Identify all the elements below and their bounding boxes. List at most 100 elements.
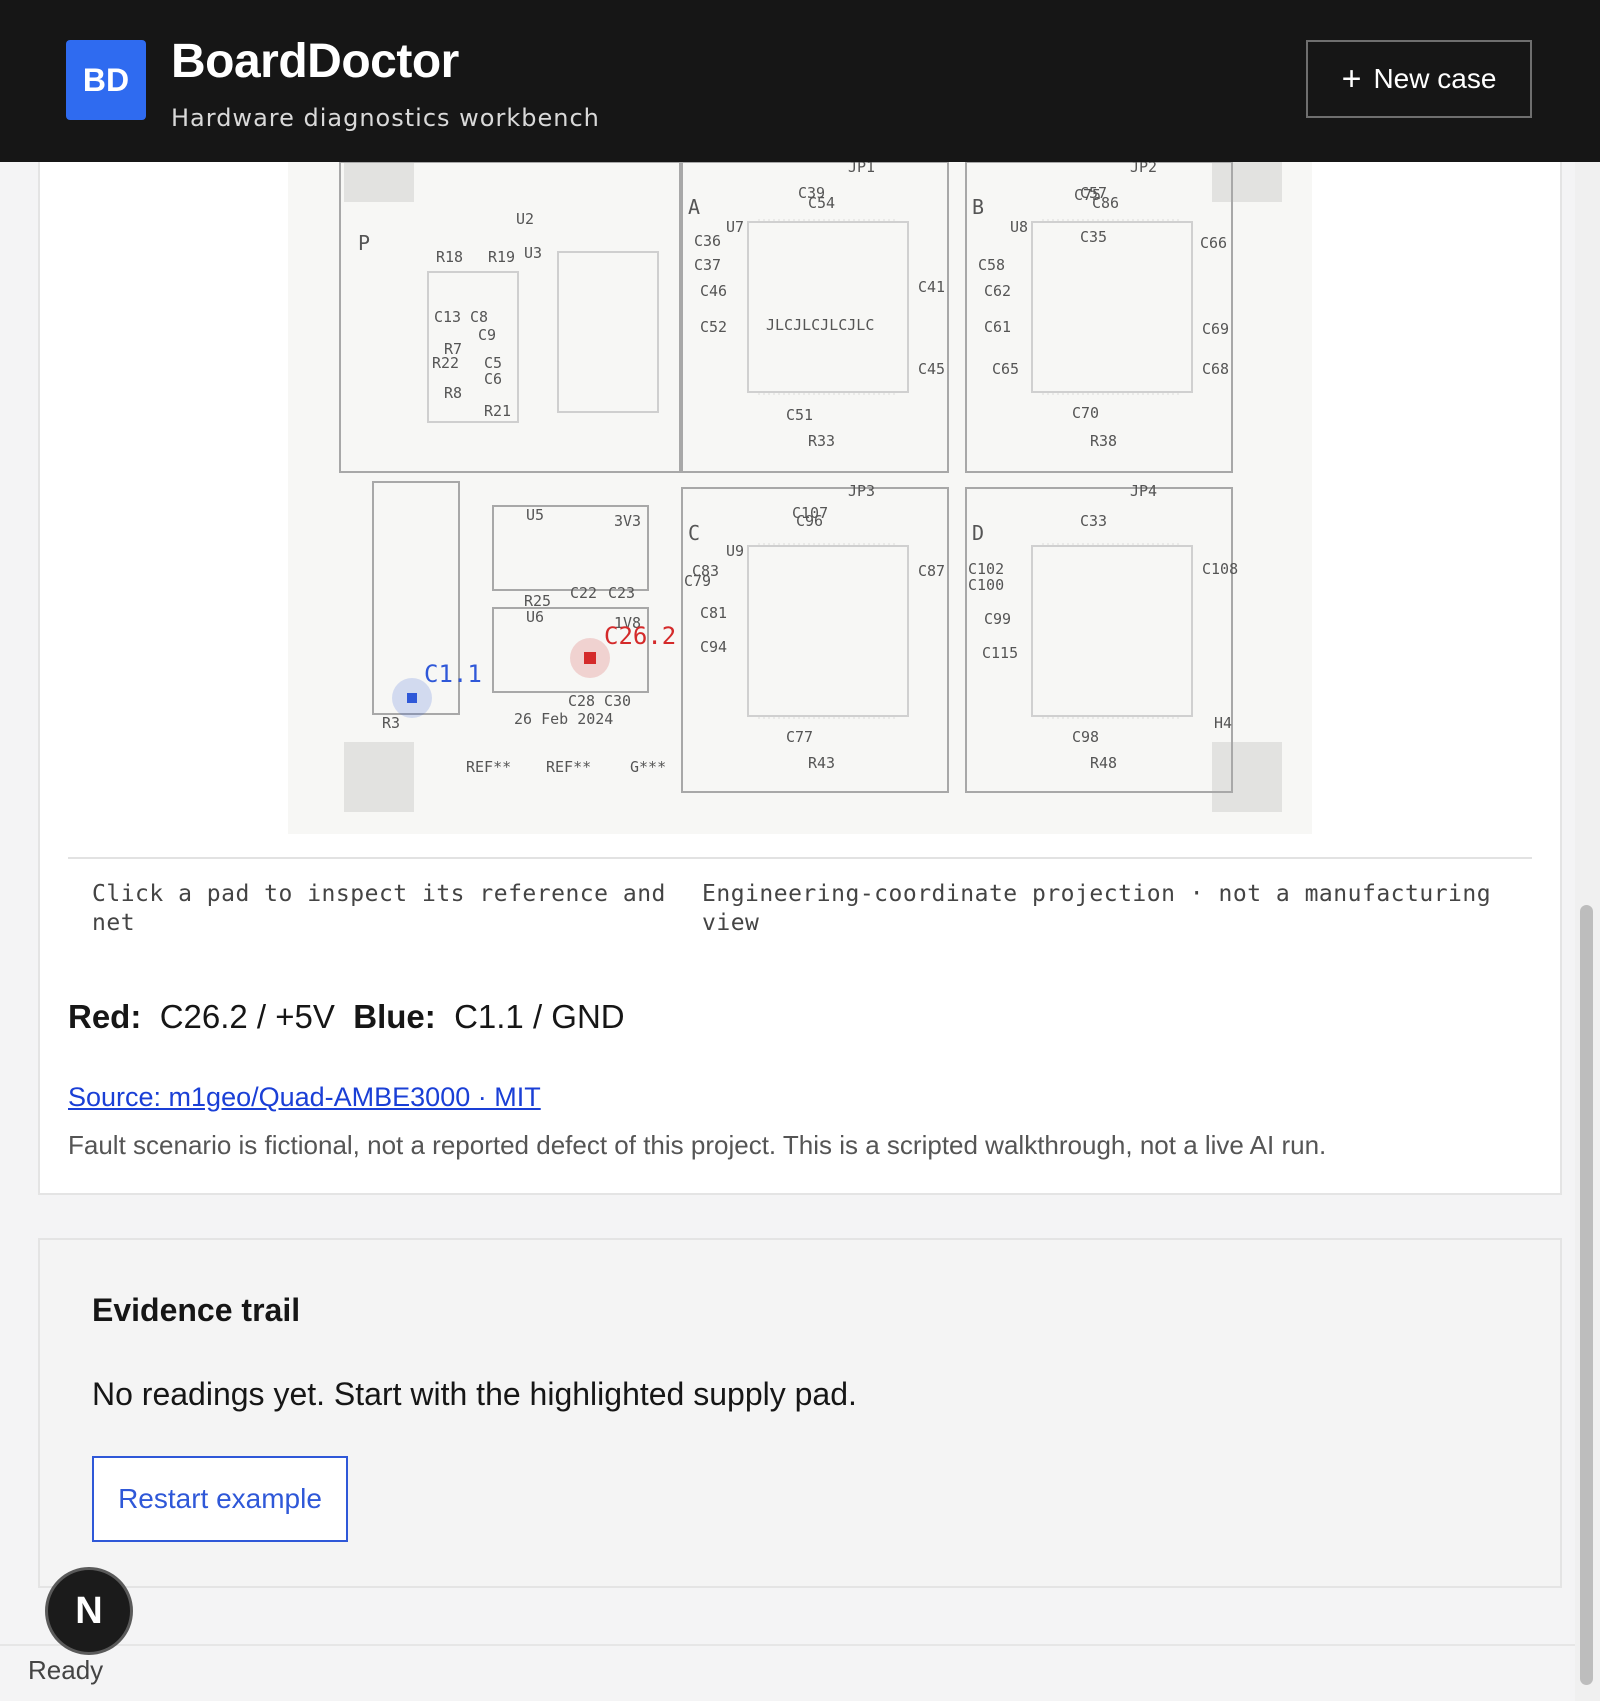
ref-label: C51 xyxy=(786,406,813,424)
dev-tools-badge[interactable]: N xyxy=(45,1567,133,1655)
ref-label: C35 xyxy=(1080,228,1107,246)
ref-label: R33 xyxy=(808,432,835,450)
blue-probe-heading: Blue: xyxy=(353,998,436,1035)
new-case-button[interactable]: + New case xyxy=(1306,40,1532,118)
pcb-board-svg[interactable]: A B C D P JP1 JP2 JP3 JP4 JLCJLCJLCJLC 2… xyxy=(288,158,1312,834)
jumper-label: JP4 xyxy=(1130,482,1157,500)
ref-label: R21 xyxy=(484,402,511,420)
ref-label: C33 xyxy=(1080,512,1107,530)
pcb-board-view[interactable]: A B C D P JP1 JP2 JP3 JP4 JLCJLCJLCJLC 2… xyxy=(288,158,1312,834)
ref-label: U2 xyxy=(516,210,534,228)
jumper-label: JP3 xyxy=(848,482,875,500)
ref-label: C22 xyxy=(570,584,597,602)
ref-label: C83 xyxy=(692,562,719,580)
ref-label: C86 xyxy=(1092,194,1119,212)
app-tagline: Hardware diagnostics workbench xyxy=(171,104,600,132)
ref-label: R8 xyxy=(444,384,462,402)
red-probe-pad[interactable] xyxy=(584,652,596,664)
ref-label: C70 xyxy=(1072,404,1099,422)
ref-label: C9 xyxy=(478,326,496,344)
ref-label: C65 xyxy=(992,360,1019,378)
ref-label: C23 xyxy=(608,584,635,602)
ref-label: REF** xyxy=(466,758,511,776)
ref-label: R48 xyxy=(1090,754,1117,772)
app-logo: BD xyxy=(66,40,146,120)
ref-label: C102 xyxy=(968,560,1004,578)
red-probe-value: C26.2 / +5V xyxy=(159,998,335,1035)
board-caption-left: Click a pad to inspect its reference and… xyxy=(92,881,666,936)
ref-label: G*** xyxy=(630,758,666,776)
ref-label: C68 xyxy=(1202,360,1229,378)
ref-label: C69 xyxy=(1202,320,1229,338)
probe-summary: Red: C26.2 / +5V Blue: C1.1 / GND xyxy=(68,998,625,1036)
ref-label: C45 xyxy=(918,360,945,378)
blue-probe-value: C1.1 / GND xyxy=(454,998,625,1035)
jumper-label: JP1 xyxy=(848,162,875,176)
ref-label: U3 xyxy=(524,244,542,262)
source-link[interactable]: Source: m1geo/Quad-AMBE3000 · MIT xyxy=(68,1082,541,1113)
ref-label: C41 xyxy=(918,278,945,296)
ref-label: C98 xyxy=(1072,728,1099,746)
plus-icon: + xyxy=(1341,60,1362,98)
ref-label: U8 xyxy=(1010,218,1028,236)
ref-label: C100 xyxy=(968,576,1004,594)
quadrant-d-label: D xyxy=(972,521,984,545)
caption-divider xyxy=(68,857,1532,859)
ref-label: C36 xyxy=(694,232,721,250)
ref-label: C99 xyxy=(984,610,1011,628)
ref-label: U9 xyxy=(726,542,744,560)
ref-label: C94 xyxy=(700,638,727,656)
new-case-label: New case xyxy=(1373,63,1497,94)
board-caption-right: Engineering-coordinate projection · not … xyxy=(702,881,1492,936)
ref-label: R25 xyxy=(524,592,551,610)
blue-probe-pad[interactable] xyxy=(407,693,417,703)
ref-label: U6 xyxy=(526,608,544,626)
app-name: BoardDoctor xyxy=(171,35,459,88)
disclaimer-text: Fault scenario is fictional, not a repor… xyxy=(68,1130,1327,1160)
quadrant-c-label: C xyxy=(688,521,700,545)
ref-label: C81 xyxy=(700,604,727,622)
evidence-empty-text: No readings yet. Start with the highligh… xyxy=(92,1376,857,1412)
ref-label: C30 xyxy=(604,692,631,710)
ref-label: R38 xyxy=(1090,432,1117,450)
restart-example-button[interactable]: Restart example xyxy=(92,1456,348,1542)
ref-label: C58 xyxy=(978,256,1005,274)
ref-label: H4 xyxy=(1214,714,1232,732)
footer-divider xyxy=(0,1644,1575,1646)
ref-label: C37 xyxy=(694,256,721,274)
ref-label: U7 xyxy=(726,218,744,236)
ref-label: R3 xyxy=(382,714,400,732)
app-header: BD BoardDoctor Hardware diagnostics work… xyxy=(0,0,1600,162)
ref-label: 3V3 xyxy=(614,512,641,530)
ref-label: R22 xyxy=(432,354,459,372)
status-ready: Ready xyxy=(28,1655,104,1685)
ref-label: C46 xyxy=(700,282,727,300)
ref-label: C52 xyxy=(700,318,727,336)
ref-label: C13 xyxy=(434,308,461,326)
board-date: 26 Feb 2024 xyxy=(514,710,613,728)
ref-label: C87 xyxy=(918,562,945,580)
ref-label: U5 xyxy=(526,506,544,524)
red-probe-label: C26.2 xyxy=(604,622,676,650)
evidence-trail-title: Evidence trail xyxy=(92,1292,301,1328)
ref-label: C54 xyxy=(808,194,835,212)
ref-label: C107 xyxy=(792,504,828,522)
ref-label: C28 xyxy=(568,692,595,710)
jumper-label: JP2 xyxy=(1130,162,1157,176)
ref-label: C66 xyxy=(1200,234,1227,252)
ref-label: R43 xyxy=(808,754,835,772)
ref-label: C61 xyxy=(984,318,1011,336)
red-probe-heading: Red: xyxy=(68,998,142,1035)
power-section-label: P xyxy=(358,231,370,255)
quadrant-a-label: A xyxy=(688,195,700,219)
ref-label: C8 xyxy=(470,308,488,326)
ref-label: C77 xyxy=(786,728,813,746)
ref-label: R19 xyxy=(488,248,515,266)
ref-label: C6 xyxy=(484,370,502,388)
ref-label: C115 xyxy=(982,644,1018,662)
ref-label: R18 xyxy=(436,248,463,266)
chip-marking: JLCJLCJLCJLC xyxy=(766,316,874,334)
scrollbar-thumb[interactable] xyxy=(1580,905,1593,1685)
quadrant-b-label: B xyxy=(972,195,984,219)
ref-label: C108 xyxy=(1202,560,1238,578)
